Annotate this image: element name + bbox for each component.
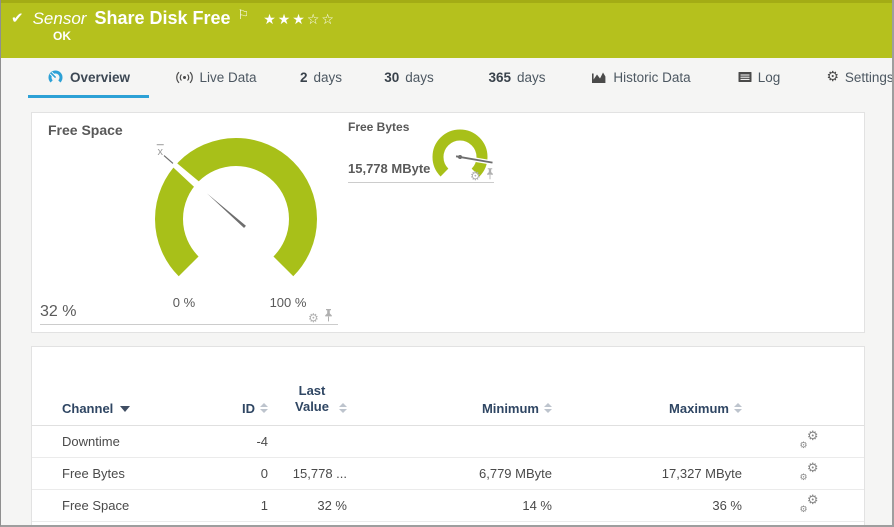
overview-gauges-panel: Free Space x 0 % 100 % 32 % ⚙ Free Bytes… [31, 112, 865, 333]
tab-number: 365 [488, 69, 511, 85]
column-header-channel[interactable]: Channel [62, 401, 238, 416]
tab-historic-data[interactable]: Historic Data [589, 58, 694, 96]
tab-365-days[interactable]: 365 days [486, 58, 548, 96]
column-header-id[interactable]: ID [238, 401, 268, 416]
tab-label: days [313, 69, 343, 85]
tab-number: 30 [384, 69, 400, 85]
channel-table-panel: Channel ID Last Value Minimum Maximum Do… [31, 346, 865, 525]
channel-last-value: 15,778 ... [292, 465, 347, 481]
free-bytes-gauge-title: Free Bytes [348, 120, 410, 134]
tab-log[interactable]: Log [734, 58, 784, 96]
svg-text:x: x [157, 146, 163, 158]
channel-settings-gears-icon[interactable]: ⚙ ⚙ [800, 462, 819, 483]
tab-label: Live Data [199, 69, 257, 85]
channel-name: Free Bytes [62, 465, 125, 481]
sensor-page: ✔ Sensor Share Disk Free ⚐ ★★★☆☆ OK Over… [0, 0, 894, 527]
sort-icon [260, 402, 268, 413]
free-space-mean-marker: x [156, 144, 164, 158]
tab-label: Overview [69, 69, 131, 85]
tab-label: Log [757, 69, 781, 85]
tile-divider [348, 182, 494, 183]
header-top-strip [1, 0, 892, 3]
sort-icon [544, 402, 552, 413]
tab-bar: Overview Live Data 2 days 30 days 365 da… [1, 58, 892, 100]
free-space-last-value: 32 % [40, 303, 77, 320]
channel-id: 0 [260, 465, 268, 481]
gauge-icon [47, 70, 64, 84]
free-bytes-last-value: 15,778 MByte [348, 161, 431, 176]
sensor-title: Share Disk Free [94, 8, 231, 28]
free-bytes-gauge[interactable] [410, 117, 510, 189]
channel-name: Free Space [62, 497, 130, 513]
column-header-last-value[interactable]: Last Value [268, 383, 347, 416]
tab-label: Settings [844, 69, 894, 85]
column-header-maximum[interactable]: Maximum [552, 401, 742, 416]
channel-last-value: 32 % [317, 497, 347, 513]
sensor-header: ✔ Sensor Share Disk Free ⚐ ★★★☆☆ OK [1, 0, 892, 58]
priority-flag-icon[interactable]: ⚐ [238, 8, 250, 23]
tab-label: days [405, 69, 434, 85]
tab-30-days[interactable]: 30 days [381, 58, 437, 96]
status-ok-check-icon: ✔ [11, 9, 24, 27]
channel-table-header: Channel ID Last Value Minimum Maximum [32, 347, 864, 426]
sort-icon [339, 402, 347, 413]
historic-data-chart-icon [592, 71, 607, 83]
channel-minimum: 6,779 MByte [479, 465, 552, 481]
tab-2-days[interactable]: 2 days [296, 58, 346, 96]
tab-live-data[interactable]: Live Data [164, 58, 269, 96]
channel-settings-gears-icon[interactable]: ⚙ ⚙ [800, 430, 819, 451]
channel-maximum: 36 % [712, 497, 742, 513]
log-list-icon [738, 71, 752, 83]
gauge-min-label: 0 % [173, 295, 196, 310]
tab-settings[interactable]: ⚙ Settings [825, 58, 894, 96]
priority-stars[interactable]: ★★★☆☆ [263, 12, 336, 28]
channel-settings-gears-icon[interactable]: ⚙ ⚙ [800, 494, 819, 515]
sort-desc-icon [120, 405, 131, 412]
channel-gear-icon[interactable]: ⚙ [308, 312, 319, 324]
tab-label: Historic Data [613, 69, 691, 85]
channel-name: Downtime [62, 433, 120, 449]
channel-gear-icon[interactable]: ⚙ [470, 170, 481, 182]
table-row-downtime: Downtime -4 ⚙ ⚙ [32, 426, 864, 458]
channel-minimum: 14 % [522, 497, 552, 513]
tab-overview[interactable]: Overview [28, 58, 149, 98]
table-row-free-bytes: Free Bytes 0 15,778 ... 6,779 MByte 17,3… [32, 458, 864, 490]
channel-id: 1 [260, 497, 268, 513]
tab-label: days [517, 69, 546, 85]
tab-number: 2 [299, 69, 308, 85]
tile-divider [40, 324, 338, 325]
live-data-icon [176, 71, 194, 84]
column-header-minimum[interactable]: Minimum [347, 401, 552, 416]
gauge-max-label: 100 % [270, 295, 307, 310]
active-tab-indicator [28, 95, 149, 98]
channel-id: -4 [256, 433, 268, 449]
table-row-free-space: Free Space 1 32 % 14 % 36 % ⚙ ⚙ [32, 490, 864, 522]
free-space-arc [155, 138, 317, 277]
channel-maximum: 17,327 MByte [661, 465, 742, 481]
object-kind-label: Sensor [32, 9, 87, 28]
free-space-gauge[interactable]: x 0 % 100 % [86, 114, 386, 314]
settings-gear-icon: ⚙ [826, 69, 839, 85]
sort-icon [734, 402, 742, 413]
status-badge: OK [53, 29, 71, 43]
